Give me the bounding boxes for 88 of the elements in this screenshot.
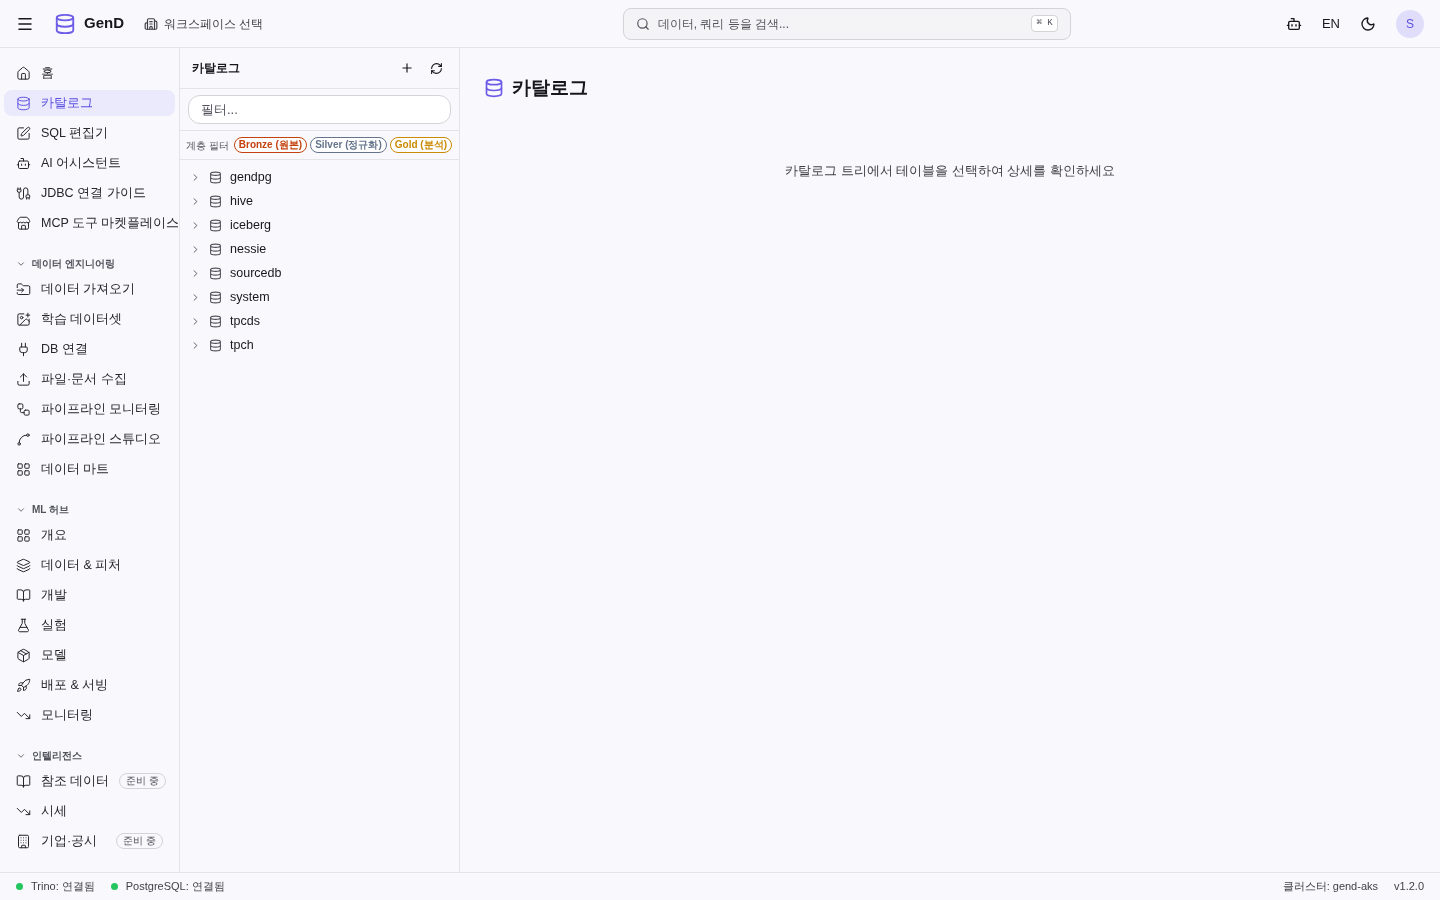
tree-item[interactable]: nessie [180,237,459,261]
database-icon [209,170,222,184]
tier-chip[interactable]: Bronze (원본) [233,137,308,153]
status-text: PostgreSQL: 연결됨 [125,879,225,895]
database-icon [209,338,222,352]
flask-icon [16,617,31,633]
tree-item[interactable]: gendpg [180,165,459,189]
workflow-icon [16,401,31,417]
language-button[interactable]: EN [1321,13,1340,34]
sidebar-item[interactable]: JDBC 연결 가이드 [4,180,175,206]
store-icon [16,215,31,231]
layers-icon [16,557,31,573]
filter-field[interactable]: 필터... [188,95,451,124]
sidebar-item[interactable]: 파이프라인 모니터링 [4,396,175,422]
tree-item[interactable]: tpch [180,333,459,357]
sidebar-item[interactable]: 참조 데이터 준비 중 [4,768,175,794]
page-title: 카탈로그 [512,76,588,100]
sidebar-item[interactable]: AI 어시스턴트 [4,150,175,176]
database-icon [209,242,222,256]
section-header[interactable]: 인텔리전스 [0,748,179,763]
rocket-icon [16,677,31,693]
book-icon [16,587,31,603]
database-icon [209,290,222,304]
building-icon [144,16,158,31]
sidebar-item[interactable]: 데이터 가져오기 [4,276,175,302]
filter-label: 계층 필터 [186,138,229,153]
status-text: Trino: 연결됨 [31,879,95,895]
upload-icon [16,371,31,387]
add-icon[interactable] [400,61,414,75]
package-icon [16,647,31,663]
sidebar-item[interactable]: 파이프라인 스튜디오 [4,426,175,452]
empty-message: 카탈로그 트리에서 테이블을 선택하여 상세를 확인하세요 [783,161,1117,180]
tree-item[interactable]: sourcedb [180,261,459,285]
sidebar-item[interactable]: 개발 [4,582,175,608]
robot-icon[interactable] [1285,15,1302,32]
workspace-selector[interactable]: 워크스페이스 선택 [144,14,264,33]
sidebar-item[interactable]: 홈 [4,60,175,86]
database-icon [16,95,31,111]
sidebar-item[interactable]: 모델 [4,642,175,668]
building-icon [16,833,31,849]
section-header[interactable]: ML 허브 [0,502,179,517]
tree-item[interactable]: hive [180,189,459,213]
search-icon [635,16,650,31]
cable-icon [16,185,31,201]
home-icon [16,65,31,81]
sidebar-item[interactable]: 데이터 & 피처 [4,552,175,578]
database-icon [484,78,504,99]
sidebar-item[interactable]: 배포 & 서빙 [4,672,175,698]
database-icon [209,194,222,208]
sidebar-item[interactable]: 파일·문서 수집 [4,366,175,392]
image-icon [16,311,31,327]
grid-icon [16,461,31,477]
tree-item[interactable]: system [180,285,459,309]
sidebar-item[interactable]: 학습 데이터셋 [4,306,175,332]
cluster-name: 클러스터: gend-aks [1282,879,1379,895]
spline-icon [16,431,31,447]
book-icon [16,773,31,789]
sidebar-item[interactable]: 개요 [4,522,175,548]
sidebar-item[interactable]: SQL 편집기 [4,120,175,146]
database-icon [209,314,222,328]
avatar[interactable]: S [1396,9,1424,38]
sidebar-item[interactable]: 카탈로그 [4,90,175,116]
search-input[interactable]: 데이터, 쿼리 등을 검색... [657,14,1024,33]
import-icon [16,281,31,297]
sidebar-item[interactable]: DB 연결 [4,336,175,362]
sidebar-item[interactable]: 실험 [4,612,175,638]
tree-item[interactable]: tpcds [180,309,459,333]
sidebar-item[interactable]: 모니터링 [4,702,175,728]
search-field[interactable]: 데이터, 쿼리 등을 검색... ⌘ K [622,7,1071,40]
logo-icon [54,12,76,35]
brand-name: GenD [84,13,124,34]
tree-item[interactable]: iceberg [180,213,459,237]
theme-icon[interactable] [1360,15,1376,32]
sidebar-item[interactable]: 기업·공시 준비 중 [4,828,175,854]
edit-icon [16,125,31,141]
sidebar-item[interactable]: 시세 [4,798,175,824]
robot-icon [16,155,31,171]
section-header[interactable]: 데이터 엔지니어링 [0,256,179,271]
grid-icon [16,527,31,543]
panel-title: 카탈로그 [192,60,241,77]
plug-icon [16,341,31,357]
database-icon [209,266,222,280]
refresh-icon[interactable] [430,61,443,75]
database-icon [209,218,222,232]
sidebar-item[interactable]: 데이터 마트 [4,456,175,482]
shortcut-key: ⌘ K [1031,14,1058,33]
tier-chip[interactable]: Silver (정규화) [310,137,387,153]
version-text: v1.2.0 [1394,879,1424,895]
